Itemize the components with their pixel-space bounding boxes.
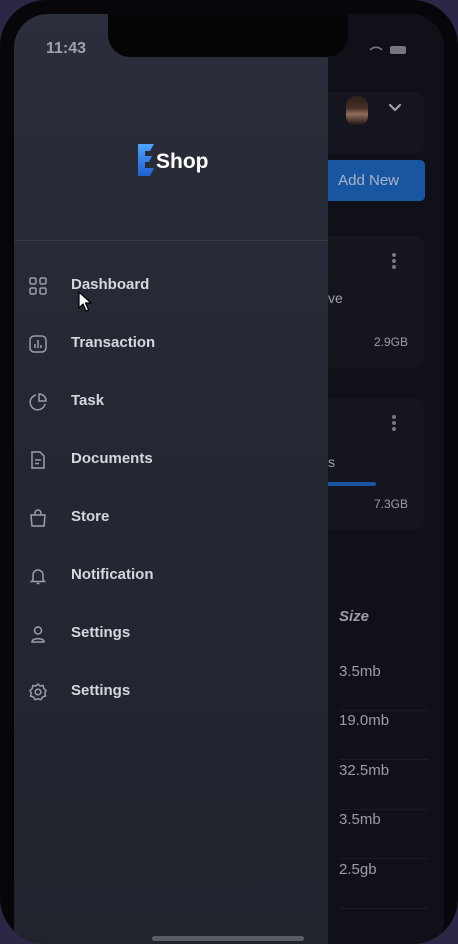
logo-mark-icon — [138, 144, 154, 176]
screen: Add New ve 2.9GB s 7.3GB Size 3.5mb 19.0… — [14, 14, 444, 944]
bag-icon — [30, 509, 46, 527]
user-icon — [31, 626, 45, 643]
menu-item-label: Task — [71, 392, 105, 409]
notch — [108, 14, 348, 57]
chart-icon — [29, 335, 47, 353]
navigation-drawer: Shop Dashboard Transaction Task Document… — [14, 14, 328, 944]
gear-icon — [29, 682, 47, 701]
logo-text: Shop — [156, 150, 209, 173]
grid-icon — [29, 277, 47, 295]
logo: Shop — [134, 142, 209, 178]
status-icons — [368, 44, 410, 59]
home-indicator — [152, 936, 304, 941]
menu-item-notification[interactable]: Notification — [14, 556, 328, 596]
menu-item-transaction[interactable]: Transaction — [14, 324, 328, 364]
menu-item-label: Notification — [71, 566, 154, 583]
menu-item-task[interactable]: Task — [14, 382, 328, 422]
menu-item-label: Documents — [71, 450, 153, 467]
document-icon — [31, 451, 45, 469]
pie-icon — [29, 393, 47, 411]
mouse-cursor-icon — [78, 291, 92, 312]
divider — [14, 240, 328, 241]
menu-item-dashboard[interactable]: Dashboard — [14, 266, 328, 306]
status-time: 11:43 — [46, 40, 87, 57]
battery-icon — [369, 46, 406, 54]
menu-item-label: Settings — [71, 624, 131, 641]
phone-frame: Add New ve 2.9GB s 7.3GB Size 3.5mb 19.0… — [0, 0, 458, 944]
menu-item-label: Store — [71, 508, 110, 525]
menu-item-label: Settings — [71, 682, 131, 699]
bell-icon — [29, 569, 47, 585]
menu-item-settings[interactable]: Settings — [14, 672, 328, 712]
menu-item-store[interactable]: Store — [14, 498, 328, 538]
menu-item-documents[interactable]: Documents — [14, 440, 328, 480]
menu-item-label: Transaction — [71, 334, 156, 351]
menu-item-settings-profile[interactable]: Settings — [14, 614, 328, 654]
